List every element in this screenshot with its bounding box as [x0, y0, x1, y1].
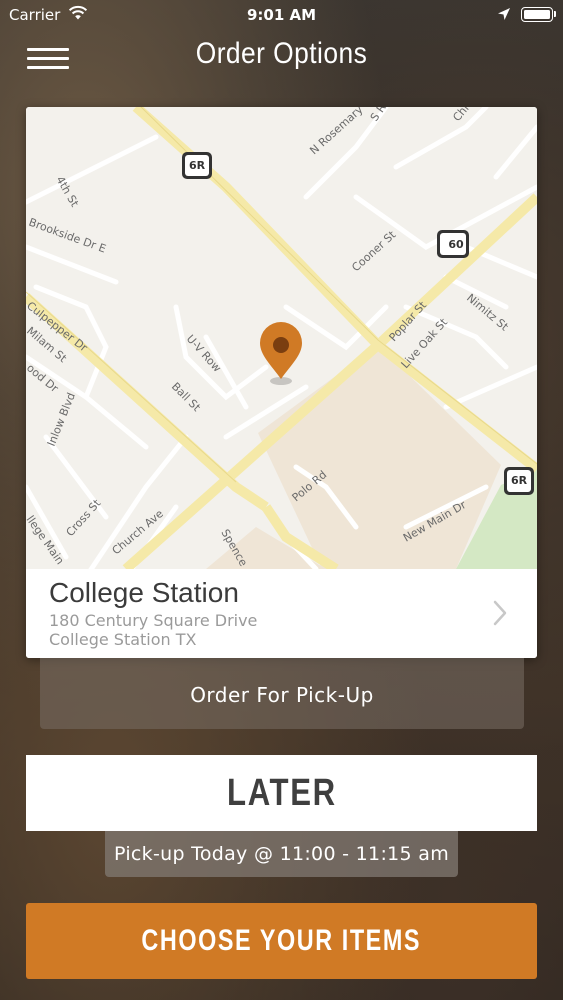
location-name: College Station	[49, 577, 239, 608]
highway-shield-6r-top: 6R	[182, 152, 212, 179]
order-for-pickup-button[interactable]: Order For Pick-Up	[40, 658, 524, 729]
store-map[interactable]: 6R 60 6R 4th St Brookside Dr E Culpepper…	[26, 107, 537, 569]
page-title: Order Options	[195, 37, 368, 70]
map-pin-icon[interactable]	[260, 322, 302, 385]
street-label: Cross St	[64, 496, 104, 539]
street-label: N Rosemary	[307, 107, 366, 157]
battery-icon	[521, 7, 553, 22]
street-label: Inlow Blvd	[45, 391, 78, 448]
highway-shield-60: 60	[437, 230, 469, 258]
street-label: 4th St	[53, 174, 81, 210]
location-address-line2: College Station TX	[49, 630, 197, 649]
svg-text:60: 60	[448, 238, 464, 251]
highway-shield-6r-right: 6R	[504, 467, 534, 495]
battery-cap	[554, 11, 556, 17]
location-address-line1: 180 Century Square Drive	[49, 611, 258, 630]
svg-text:6R: 6R	[511, 474, 528, 487]
later-button[interactable]: LATER	[26, 755, 537, 831]
street-label: Cooner St	[349, 228, 398, 274]
svg-text:6R: 6R	[189, 159, 206, 172]
status-bar: Carrier 9:01 AM	[0, 0, 563, 30]
location-card: 6R 60 6R 4th St Brookside Dr E Culpepper…	[26, 107, 537, 658]
nav-bar: Order Options	[0, 30, 563, 90]
street-label: S R	[368, 107, 389, 124]
selected-location[interactable]: College Station 180 Century Square Drive…	[26, 569, 537, 658]
later-label: LATER	[226, 772, 337, 814]
location-arrow-icon	[498, 8, 510, 20]
pickup-time-selector[interactable]: Pick-up Today @ 11:00 - 11:15 am	[105, 831, 458, 877]
chevron-right-icon[interactable]	[490, 599, 510, 627]
cta-label: CHOOSE YOUR ITEMS	[141, 924, 422, 957]
choose-your-items-button[interactable]: CHOOSE YOUR ITEMS	[26, 903, 537, 979]
clock-label: 9:01 AM	[246, 6, 317, 24]
street-label: Ball St	[169, 380, 204, 415]
